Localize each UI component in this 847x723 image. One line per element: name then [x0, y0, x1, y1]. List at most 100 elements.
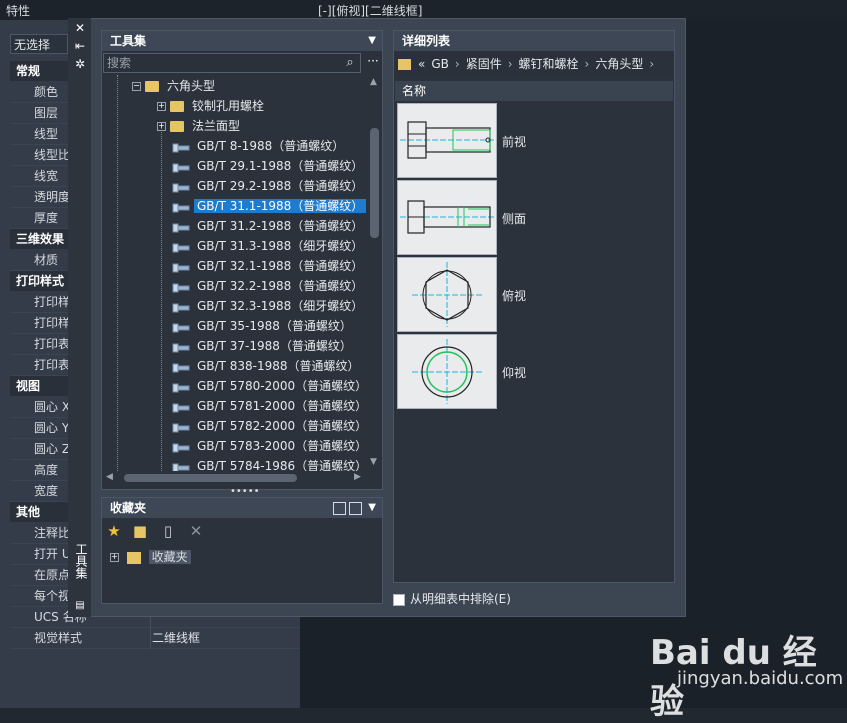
top-view-label[interactable]: 俯视 — [502, 287, 526, 304]
tree-bolt-node[interactable]: GB/T 32.2-1988（普通螺纹） — [172, 277, 366, 295]
side-view-label[interactable]: 侧面 — [502, 210, 526, 227]
favorites-menu-icon[interactable]: ▼ — [368, 498, 376, 518]
tree-folder-node[interactable]: + 铰制孔用螺栓 — [157, 97, 267, 115]
tree-bolt-node[interactable]: GB/T 8-1988（普通螺纹） — [172, 137, 347, 155]
bolt-icon — [172, 221, 190, 233]
gear-icon[interactable]: ✲ — [74, 58, 86, 70]
tree-node-label: GB/T 37-1988（普通螺纹） — [197, 339, 352, 353]
folder-icon — [145, 81, 159, 92]
tree-node-label: GB/T 5781-2000（普通螺纹） — [197, 399, 367, 413]
document-icon[interactable]: ▯ — [159, 522, 177, 540]
folder-icon — [170, 121, 184, 132]
more-icon[interactable]: ··· — [364, 53, 382, 73]
scroll-thumb[interactable] — [370, 128, 379, 238]
breadcrumb-separator: › — [454, 57, 460, 71]
tree-bolt-node[interactable]: GB/T 35-1988（普通螺纹） — [172, 317, 355, 335]
tree-node-label: 法兰面型 — [192, 119, 241, 133]
property-label: 注释比 — [34, 526, 71, 540]
favorites-header[interactable]: 收藏夹 ▼ — [102, 498, 382, 518]
expand-icon[interactable]: − — [132, 82, 141, 91]
expand-icon[interactable]: + — [110, 553, 119, 562]
column-header-name[interactable]: 名称 — [395, 81, 673, 101]
property-label: 透明度 — [34, 190, 71, 204]
property-label: 打印样 — [34, 316, 71, 330]
tree-bolt-node[interactable]: GB/T 31.1-1988（普通螺纹） — [172, 197, 367, 215]
search-input[interactable]: 搜索 — [103, 53, 361, 73]
hscroll-thumb[interactable] — [124, 474, 297, 482]
breadcrumb[interactable]: «GB › 紧固件 › 螺钉和螺栓 › 六角头型 › — [395, 53, 673, 75]
breadcrumb-separator: › — [584, 57, 590, 71]
palette-title-strip[interactable]: ✕ ⇤ ✲ 工具集 ▤ — [68, 18, 91, 617]
list-view-icon[interactable] — [333, 502, 346, 515]
scroll-right-icon[interactable]: ▶ — [354, 472, 361, 482]
toolset-menu-icon[interactable]: ▼ — [368, 31, 376, 51]
tree-bolt-node[interactable]: GB/T 37-1988（普通螺纹） — [172, 337, 355, 355]
top-view-thumbnail[interactable] — [397, 257, 497, 332]
exclude-checkbox[interactable] — [393, 593, 405, 606]
close-icon[interactable]: ✕ — [74, 22, 86, 34]
front-view-thumbnail[interactable] — [397, 103, 497, 178]
exclude-option[interactable]: 从明细表中排除(E) — [393, 590, 511, 607]
tree-folder-node[interactable]: + 法兰面型 — [157, 117, 243, 135]
tree-bolt-node[interactable]: GB/T 838-1988（普通螺纹） — [172, 357, 363, 375]
bolt-icon — [172, 281, 190, 293]
detail-header: 详细列表 — [394, 31, 674, 51]
toolset-header[interactable]: 工具集 ▼ — [102, 31, 382, 51]
property-value: 二维线框 — [152, 631, 201, 645]
tree-bolt-node[interactable]: GB/T 29.2-1988（普通螺纹） — [172, 177, 366, 195]
scroll-down-icon[interactable]: ▼ — [370, 457, 377, 467]
detail-view-icon[interactable] — [349, 502, 362, 515]
bolt-icon — [172, 441, 190, 453]
property-label: 线型比 — [34, 148, 71, 162]
tree-bolt-node[interactable]: GB/T 5781-2000（普通螺纹） — [172, 397, 367, 415]
tree-bolt-node[interactable]: GB/T 31.2-1988（普通螺纹） — [172, 217, 366, 235]
properties-title: 特性 — [6, 4, 31, 18]
property-label: 圆心 X — [34, 400, 71, 414]
toolset-tree: − 六角头型 + 铰制孔用螺栓 + 法兰面型 GB/T 8-1988（普通螺纹） GB/T 2… — [102, 75, 367, 471]
bolt-icon — [172, 421, 190, 433]
tree-horizontal-scrollbar[interactable]: ◀ ▶ — [102, 471, 367, 485]
tree-node-label: GB/T 35-1988（普通螺纹） — [197, 319, 352, 333]
property-label: 材质 — [34, 253, 59, 267]
bolt-icon — [172, 261, 190, 273]
delete-icon[interactable]: ✕ — [187, 522, 205, 540]
tree-folder-node[interactable]: − 六角头型 — [132, 77, 218, 95]
favorites-root-node[interactable]: + 收藏夹 — [110, 548, 191, 566]
expand-icon[interactable]: + — [157, 122, 166, 131]
side-view-thumbnail[interactable] — [397, 180, 497, 255]
tree-bolt-node[interactable]: GB/T 31.3-1988（细牙螺纹） — [172, 237, 366, 255]
expand-icon[interactable]: + — [157, 102, 166, 111]
tree-vertical-scrollbar[interactable]: ▲ ▼ — [367, 75, 382, 471]
breadcrumb-item[interactable]: 螺钉和螺栓 — [516, 57, 582, 71]
scroll-left-icon[interactable]: ◀ — [106, 472, 113, 482]
tree-guide-line — [117, 75, 118, 471]
favorites-root-label: 收藏夹 — [148, 550, 191, 564]
breadcrumb-item[interactable]: GB — [428, 57, 452, 71]
breadcrumb-item[interactable]: « — [415, 57, 428, 71]
new-folder-icon[interactable]: ■ — [131, 522, 149, 540]
autohide-icon[interactable]: ⇤ — [74, 40, 86, 52]
front-view-label[interactable]: 前视 — [502, 133, 526, 150]
tree-bolt-node[interactable]: GB/T 32.3-1988（细牙螺纹） — [172, 297, 366, 315]
property-row[interactable]: 视觉样式 二维线框 — [10, 628, 300, 649]
selection-dropdown[interactable]: 无选择 — [10, 34, 68, 54]
tree-bolt-node[interactable]: GB/T 29.1-1988（普通螺纹） — [172, 157, 366, 175]
tree-bolt-node[interactable]: GB/T 32.1-1988（普通螺纹） — [172, 257, 366, 275]
panel-splitter[interactable]: ••••• — [230, 487, 260, 497]
exclude-label: 从明细表中排除(E) — [410, 592, 511, 606]
add-favorite-icon[interactable]: ★ — [105, 522, 123, 540]
tree-bolt-node[interactable]: GB/T 5784-1986（普通螺纹） — [172, 457, 367, 471]
tree-node-label: GB/T 31.1-1988（普通螺纹） — [194, 199, 367, 213]
pin-icon[interactable]: ▤ — [74, 600, 86, 612]
tree-bolt-node[interactable]: GB/T 5783-2000（普通螺纹） — [172, 437, 367, 455]
tree-bolt-node[interactable]: GB/T 5782-2000（普通螺纹） — [172, 417, 367, 435]
tree-bolt-node[interactable]: GB/T 5780-2000（普通螺纹） — [172, 377, 367, 395]
breadcrumb-item[interactable]: 六角头型 — [592, 57, 646, 71]
scroll-up-icon[interactable]: ▲ — [370, 77, 377, 87]
viewport-label[interactable]: [-][俯视][二维线框] — [318, 2, 422, 19]
bottom-view-label[interactable]: 仰视 — [502, 364, 526, 381]
breadcrumb-item[interactable]: 紧固件 — [463, 57, 505, 71]
bottom-view-thumbnail[interactable] — [397, 334, 497, 409]
tree-node-label: 铰制孔用螺栓 — [192, 99, 265, 113]
search-icon[interactable]: ⌕ — [342, 55, 358, 71]
